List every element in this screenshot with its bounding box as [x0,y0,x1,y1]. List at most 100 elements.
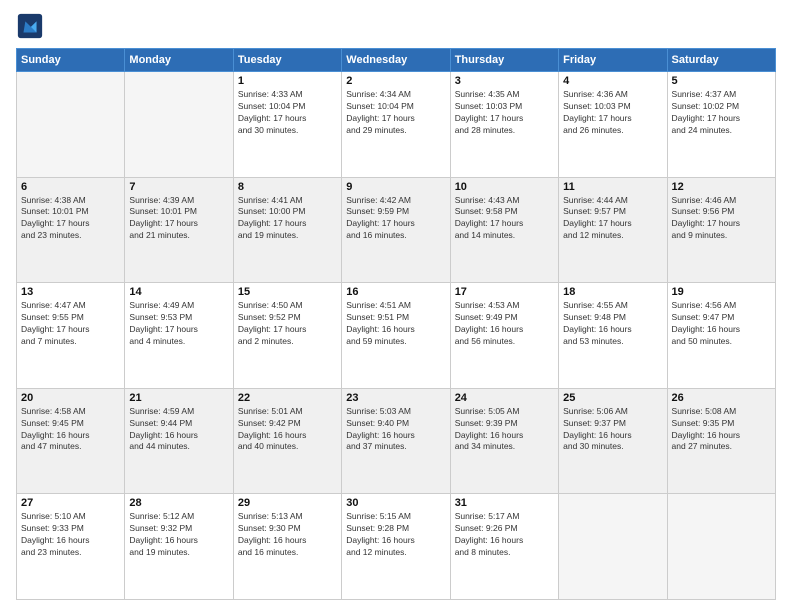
table-cell: 14 Sunrise: 4:49 AM Sunset: 9:53 PM Dayli… [125,283,233,389]
calendar-week-row: 13 Sunrise: 4:47 AM Sunset: 9:55 PM Dayli… [17,283,776,389]
day-info: Sunrise: 4:51 AM Sunset: 9:51 PM Dayligh… [346,300,445,348]
table-cell: 30Sunrise: 5:15 AM Sunset: 9:28 PM Dayli… [342,494,450,600]
table-cell: 4 Sunrise: 4:36 AM Sunset: 10:03 PM Dayli… [559,72,667,178]
day-info: Sunrise: 4:44 AM Sunset: 9:57 PM Dayligh… [563,195,662,243]
day-number: 7 [129,181,228,193]
day-number: 2 [346,75,445,87]
table-cell: 16 Sunrise: 4:51 AM Sunset: 9:51 PM Dayli… [342,283,450,389]
table-cell [667,494,775,600]
day-info: Sunrise: 5:06 AM Sunset: 9:37 PM Dayligh… [563,406,662,454]
day-info: Sunrise: 5:12 AM Sunset: 9:32 PM Dayligh… [129,511,228,559]
day-number: 16 [346,286,445,298]
page: Sunday Monday Tuesday Wednesday Thursday… [0,0,792,612]
table-cell: 23Sunrise: 5:03 AM Sunset: 9:40 PM Dayli… [342,388,450,494]
day-number: 3 [455,75,554,87]
day-number: 29 [238,497,337,509]
table-cell [559,494,667,600]
day-info: Sunrise: 5:13 AM Sunset: 9:30 PM Dayligh… [238,511,337,559]
calendar-week-row: 20 Sunrise: 4:58 AM Sunset: 9:45 PM Dayli… [17,388,776,494]
day-info: Sunrise: 5:01 AM Sunset: 9:42 PM Dayligh… [238,406,337,454]
table-cell: 3 Sunrise: 4:35 AM Sunset: 10:03 PM Dayli… [450,72,558,178]
table-cell [125,72,233,178]
day-number: 11 [563,181,662,193]
day-number: 19 [672,286,771,298]
table-cell: 15Sunrise: 4:50 AM Sunset: 9:52 PM Dayli… [233,283,341,389]
day-number: 10 [455,181,554,193]
day-info: Sunrise: 4:33 AM Sunset: 10:04 PM Daylig… [238,89,337,137]
calendar-header-row: Sunday Monday Tuesday Wednesday Thursday… [17,49,776,72]
day-number: 27 [21,497,120,509]
day-number: 8 [238,181,337,193]
table-cell: 31 Sunrise: 5:17 AM Sunset: 9:26 PM Dayli… [450,494,558,600]
table-cell: 26 Sunrise: 5:08 AM Sunset: 9:35 PM Dayli… [667,388,775,494]
day-info: Sunrise: 5:08 AM Sunset: 9:35 PM Dayligh… [672,406,771,454]
day-number: 13 [21,286,120,298]
table-cell: 2 Sunrise: 4:34 AM Sunset: 10:04 PM Dayli… [342,72,450,178]
day-number: 17 [455,286,554,298]
day-info: Sunrise: 4:36 AM Sunset: 10:03 PM Daylig… [563,89,662,137]
col-wednesday: Wednesday [342,49,450,72]
col-sunday: Sunday [17,49,125,72]
logo-icon [16,12,44,40]
day-info: Sunrise: 4:35 AM Sunset: 10:03 PM Daylig… [455,89,554,137]
table-cell: 19 Sunrise: 4:56 AM Sunset: 9:47 PM Dayli… [667,283,775,389]
day-number: 1 [238,75,337,87]
calendar-week-row: 27 Sunrise: 5:10 AM Sunset: 9:33 PM Dayli… [17,494,776,600]
day-number: 31 [455,497,554,509]
calendar-week-row: 6Sunrise: 4:38 AM Sunset: 10:01 PM Dayli… [17,177,776,283]
day-number: 6 [21,181,120,193]
day-info: Sunrise: 4:49 AM Sunset: 9:53 PM Dayligh… [129,300,228,348]
col-tuesday: Tuesday [233,49,341,72]
table-cell: 25 Sunrise: 5:06 AM Sunset: 9:37 PM Dayli… [559,388,667,494]
day-info: Sunrise: 4:43 AM Sunset: 9:58 PM Dayligh… [455,195,554,243]
table-cell: 5 Sunrise: 4:37 AM Sunset: 10:02 PM Dayli… [667,72,775,178]
table-cell: 18 Sunrise: 4:55 AM Sunset: 9:48 PM Dayli… [559,283,667,389]
table-cell: 11 Sunrise: 4:44 AM Sunset: 9:57 PM Dayli… [559,177,667,283]
table-cell: 8 Sunrise: 4:41 AM Sunset: 10:00 PM Dayli… [233,177,341,283]
day-number: 24 [455,392,554,404]
day-info: Sunrise: 5:05 AM Sunset: 9:39 PM Dayligh… [455,406,554,454]
table-cell: 7 Sunrise: 4:39 AM Sunset: 10:01 PM Dayli… [125,177,233,283]
table-cell: 9 Sunrise: 4:42 AM Sunset: 9:59 PM Daylig… [342,177,450,283]
day-info: Sunrise: 5:17 AM Sunset: 9:26 PM Dayligh… [455,511,554,559]
day-info: Sunrise: 4:53 AM Sunset: 9:49 PM Dayligh… [455,300,554,348]
day-info: Sunrise: 4:42 AM Sunset: 9:59 PM Dayligh… [346,195,445,243]
day-info: Sunrise: 4:56 AM Sunset: 9:47 PM Dayligh… [672,300,771,348]
day-number: 12 [672,181,771,193]
day-number: 4 [563,75,662,87]
col-saturday: Saturday [667,49,775,72]
table-cell: 21Sunrise: 4:59 AM Sunset: 9:44 PM Dayli… [125,388,233,494]
day-number: 22 [238,392,337,404]
day-info: Sunrise: 4:41 AM Sunset: 10:00 PM Daylig… [238,195,337,243]
day-number: 5 [672,75,771,87]
table-cell: 27 Sunrise: 5:10 AM Sunset: 9:33 PM Dayli… [17,494,125,600]
day-info: Sunrise: 4:59 AM Sunset: 9:44 PM Dayligh… [129,406,228,454]
day-info: Sunrise: 4:34 AM Sunset: 10:04 PM Daylig… [346,89,445,137]
day-info: Sunrise: 4:50 AM Sunset: 9:52 PM Dayligh… [238,300,337,348]
table-cell [17,72,125,178]
day-info: Sunrise: 4:47 AM Sunset: 9:55 PM Dayligh… [21,300,120,348]
day-number: 9 [346,181,445,193]
col-thursday: Thursday [450,49,558,72]
day-info: Sunrise: 4:58 AM Sunset: 9:45 PM Dayligh… [21,406,120,454]
calendar-table: Sunday Monday Tuesday Wednesday Thursday… [16,48,776,600]
day-info: Sunrise: 5:10 AM Sunset: 9:33 PM Dayligh… [21,511,120,559]
day-info: Sunrise: 4:37 AM Sunset: 10:02 PM Daylig… [672,89,771,137]
day-number: 30 [346,497,445,509]
day-number: 26 [672,392,771,404]
day-info: Sunrise: 4:46 AM Sunset: 9:56 PM Dayligh… [672,195,771,243]
day-number: 14 [129,286,228,298]
day-number: 20 [21,392,120,404]
header [16,12,776,40]
day-number: 18 [563,286,662,298]
day-number: 25 [563,392,662,404]
logo [16,12,48,40]
col-friday: Friday [559,49,667,72]
day-info: Sunrise: 4:39 AM Sunset: 10:01 PM Daylig… [129,195,228,243]
day-info: Sunrise: 5:03 AM Sunset: 9:40 PM Dayligh… [346,406,445,454]
table-cell: 10 Sunrise: 4:43 AM Sunset: 9:58 PM Dayli… [450,177,558,283]
table-cell: 22 Sunrise: 5:01 AM Sunset: 9:42 PM Dayli… [233,388,341,494]
table-cell: 24 Sunrise: 5:05 AM Sunset: 9:39 PM Dayli… [450,388,558,494]
day-info: Sunrise: 4:55 AM Sunset: 9:48 PM Dayligh… [563,300,662,348]
table-cell: 28Sunrise: 5:12 AM Sunset: 9:32 PM Dayli… [125,494,233,600]
